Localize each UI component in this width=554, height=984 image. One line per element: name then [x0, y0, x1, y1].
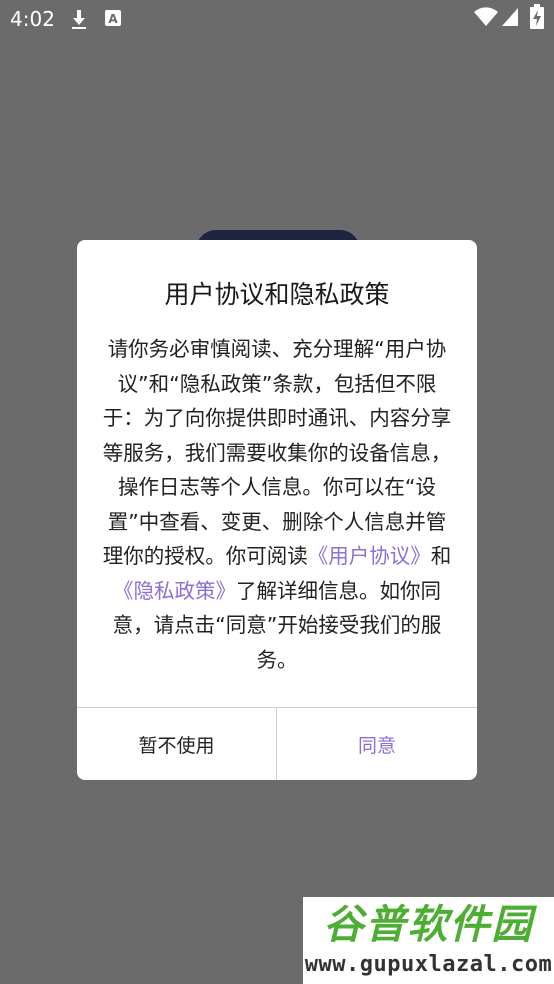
dialog-title: 用户协议和隐私政策 [164, 280, 390, 309]
signal-icon [501, 6, 519, 32]
watermark-name: 谷普软件园 [323, 902, 534, 948]
wifi-icon [474, 6, 498, 32]
privacy-policy-link[interactable]: 《隐私政策》 [113, 579, 236, 603]
watermark-url: www.gupuxlazal.com [304, 952, 553, 977]
body-text: 请你务必审慎阅读、充分理解“用户协议”和“隐私政策”条款，包括但不限于：为了向你… [102, 337, 452, 568]
agree-button[interactable]: 同意 [277, 708, 477, 780]
body-and-text: 和 [430, 544, 452, 568]
decline-button[interactable]: 暂不使用 [77, 708, 276, 780]
status-time: 4:02 [10, 7, 55, 31]
battery-charging-icon [530, 4, 544, 34]
dialog-body: 请你务必审慎阅读、充分理解“用户协议”和“隐私政策”条款，包括但不限于：为了向你… [99, 332, 455, 677]
download-icon [70, 8, 88, 34]
user-agreement-link[interactable]: 《用户协议》 [308, 544, 431, 568]
svg-text:A: A [108, 12, 118, 26]
site-watermark: 谷普软件园 www.gupuxlazal.com [303, 897, 554, 984]
status-bar: 4:02 A [0, 0, 554, 38]
agreement-dialog: 用户协议和隐私政策 请你务必审慎阅读、充分理解“用户协议”和“隐私政策”条款，包… [77, 240, 477, 780]
text-badge-icon: A [104, 8, 122, 32]
